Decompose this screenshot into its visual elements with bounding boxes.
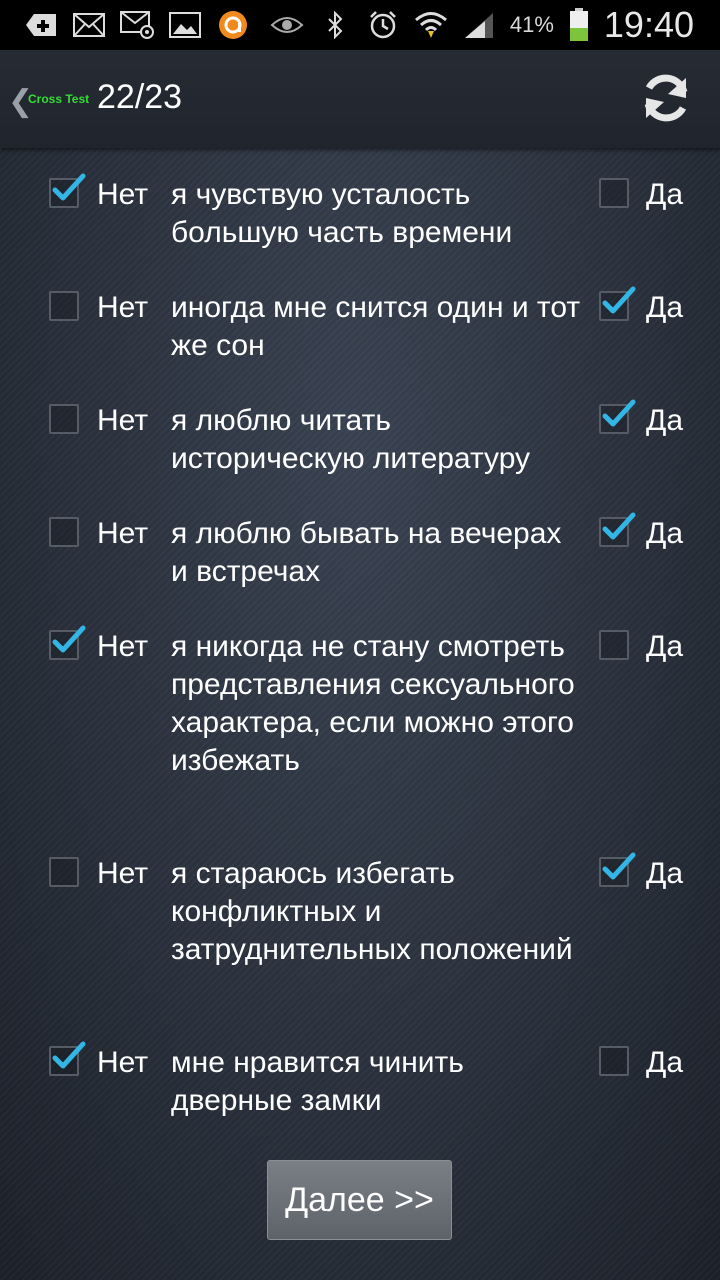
no-checkbox-2[interactable]: [49, 291, 79, 321]
check-icon: [602, 399, 636, 427]
yes-checkbox-4[interactable]: [599, 512, 636, 547]
next-button[interactable]: Далее >>: [267, 1160, 452, 1240]
yes-checkbox-7[interactable]: [599, 1046, 629, 1076]
yes-checkbox-1[interactable]: [599, 178, 629, 208]
no-checkbox-3[interactable]: [49, 404, 79, 434]
alarm-icon: [366, 10, 400, 40]
battery-percent: 41%: [509, 12, 554, 37]
no-checkbox-6[interactable]: [49, 857, 79, 887]
question-text: я стараюсь избегать конфликтных и затруд…: [171, 857, 573, 966]
bluetooth-icon: [318, 10, 352, 40]
yes-checkbox-5[interactable]: [599, 630, 629, 660]
question-text: я чувствую усталость большую часть време…: [171, 178, 513, 249]
no-checkbox-7[interactable]: [49, 1041, 86, 1076]
no-label: Нет: [97, 1046, 149, 1079]
question-text: мне нравится чинить дверные замки: [171, 1046, 464, 1117]
no-label: Нет: [97, 178, 149, 211]
wifi-icon: [414, 10, 448, 40]
yes-checkbox-2[interactable]: [599, 286, 636, 321]
no-label: Нет: [97, 857, 149, 890]
yes-label: Да: [646, 404, 684, 437]
no-checkbox-1[interactable]: [49, 173, 86, 208]
eye-icon: [270, 10, 304, 40]
yes-label: Да: [646, 1046, 684, 1079]
orange-app-icon: [216, 10, 250, 40]
plus-tag-icon: [24, 10, 58, 40]
question-text: я люблю читать историческую литературу: [171, 404, 531, 475]
no-checkbox-4[interactable]: [49, 517, 79, 547]
question-counter: 22/23: [97, 78, 183, 116]
no-checkbox-5[interactable]: [49, 625, 86, 660]
no-label: Нет: [97, 517, 149, 550]
refresh-icon[interactable]: [638, 70, 694, 126]
action-bar: ❮ Cross Test 22/23: [0, 50, 720, 148]
question-text: я люблю бывать на вечерах и встречах: [171, 517, 562, 588]
question-text: я никогда не стану смотреть представлени…: [171, 630, 575, 777]
no-label: Нет: [97, 291, 149, 324]
no-label: Нет: [97, 630, 149, 663]
mail-icon: [72, 10, 106, 40]
yes-label: Да: [646, 517, 684, 550]
check-icon: [602, 852, 636, 880]
check-icon: [602, 286, 636, 314]
yes-label: Да: [646, 178, 684, 211]
status-bar: 41% 19:40: [0, 0, 720, 50]
check-icon: [602, 512, 636, 540]
battery-icon: [568, 8, 590, 41]
yes-checkbox-6[interactable]: [599, 852, 636, 887]
image-icon: [168, 10, 202, 40]
yes-label: Да: [646, 857, 684, 890]
clock: 19:40: [603, 4, 694, 45]
yes-label: Да: [646, 291, 684, 324]
check-icon: [52, 625, 86, 653]
mail-at-icon: [120, 10, 154, 40]
yes-label: Да: [646, 630, 684, 663]
question-text: иногда мне снится один и тот же сон: [171, 291, 581, 362]
yes-checkbox-3[interactable]: [599, 399, 636, 434]
signal-icon: [462, 10, 496, 40]
app-title[interactable]: Cross Test: [28, 92, 89, 106]
check-icon: [52, 1041, 86, 1069]
no-label: Нет: [97, 404, 149, 437]
check-icon: [52, 173, 86, 201]
